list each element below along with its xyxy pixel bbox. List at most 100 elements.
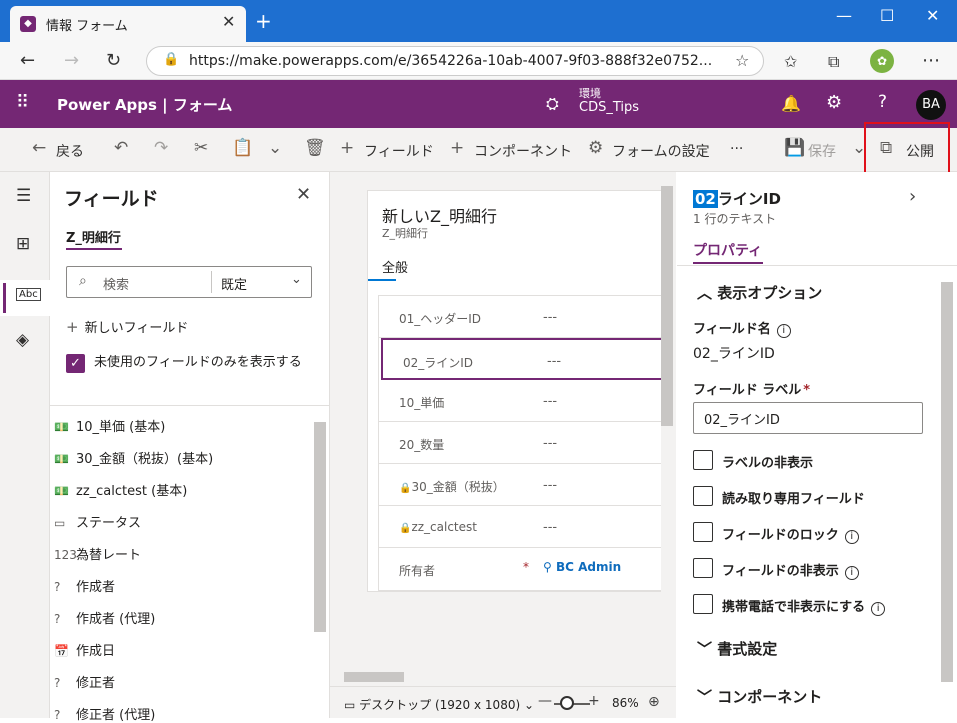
delete-icon[interactable]: 🗑 [304,138,326,158]
collections-icon[interactable]: ⧉ [828,52,839,72]
canvas-horizontal-thumb[interactable] [344,672,404,682]
tab-properties[interactable]: プロパティ [693,240,762,260]
user-avatar[interactable]: BA [916,90,946,120]
property-checkbox[interactable] [693,594,713,614]
add-component-button[interactable]: コンポーネント [474,141,572,161]
form-settings-button[interactable]: フォームの設定 [612,141,710,161]
property-checkbox[interactable] [693,558,713,578]
browser-menu-icon[interactable]: ⋯ [922,50,940,71]
info-icon[interactable]: i [844,530,859,544]
back-button[interactable]: 戻る [56,141,84,161]
favorite-star-icon[interactable]: ☆ [735,51,749,70]
chevron-down-icon[interactable]: ⌄ [268,138,282,158]
field-list-item[interactable]: 💵 10_単価 (基本) [54,416,165,435]
form-subtitle: Z_明細行 [382,227,429,240]
field-list-scrollbar[interactable] [314,422,326,632]
undo-icon[interactable]: ↶ [114,138,128,158]
tab-close-icon[interactable]: ✕ [222,12,235,31]
environment-name[interactable]: CDS_Tips [579,100,639,115]
info-icon[interactable]: i [776,324,791,338]
zoom-slider-handle[interactable] [560,696,574,710]
cut-icon[interactable]: ✂ [194,138,208,158]
view-selector[interactable]: ▭ デスクトップ (1920 x 1080) ⌄ [344,696,534,713]
canvas-vertical-thumb[interactable] [661,186,673,426]
chevron-down-icon[interactable]: ⌄ [291,272,302,287]
form-field-row[interactable]: 🔒zz_calctest --- [379,506,665,548]
info-icon[interactable]: i [871,602,886,616]
field-list-item[interactable]: ? 修正者 (代理) [54,704,155,723]
property-checkbox[interactable] [693,522,713,542]
favorites-icon[interactable]: ✩ [784,52,797,71]
info-icon[interactable]: i [844,566,859,580]
chevron-right-icon[interactable]: › [909,186,916,207]
zoom-out-icon[interactable]: — [538,693,552,709]
form-field-row[interactable]: 🔒30_金額（税抜） --- [379,464,665,506]
save-button[interactable]: 保存 [808,141,836,161]
form-canvas: 新しいZ_明細行 Z_明細行 全般 01_ヘッダーID --- 02_ラインID --… [330,172,676,718]
help-icon[interactable]: ? [878,92,887,112]
field-label-input[interactable] [693,402,923,434]
tree-view-icon[interactable]: ◈ [16,330,29,350]
field-list-item[interactable]: ? 作成者 (代理) [54,608,155,627]
field-list-item[interactable]: 📅 作成日 [54,640,115,659]
close-window-icon[interactable]: ✕ [926,6,939,25]
redo-icon[interactable]: ↷ [154,138,168,158]
field-list-item-label: 作成者 [76,580,116,595]
refresh-icon[interactable]: ↻ [106,50,121,71]
settings-gear-icon[interactable]: ⚙ [826,92,842,113]
new-field-button[interactable]: + 新しいフィールド [66,317,188,336]
form-field-row-selected[interactable]: 02_ラインID --- [381,338,663,380]
form-field-row[interactable]: 10_単価 --- [379,380,665,422]
extension-icon[interactable]: ✿ [870,49,894,73]
person-icon: ⚲ [543,560,556,574]
more-commands-button[interactable]: ··· [730,141,743,157]
field-list-item[interactable]: 💵 zz_calctest (基本) [54,480,187,499]
properties-scrollbar[interactable] [941,282,953,682]
app-launcher-icon[interactable]: ⠿ [16,92,29,113]
form-settings-icon: ⚙ [588,138,604,158]
hamburger-menu-icon[interactable]: ☰ [16,186,31,206]
field-list-item[interactable]: ▭ ステータス [54,512,141,531]
field-list-item[interactable]: 123為替レート [54,544,141,563]
form-field-row[interactable]: 01_ヘッダーID --- [379,296,665,338]
tab-general[interactable]: 全般 [382,257,408,276]
owner-value[interactable]: ⚲ BC Admin [543,560,621,574]
search-input[interactable]: 検索 [103,274,129,293]
display-options-section[interactable]: ︿ 表示オプション [697,282,822,303]
fit-to-screen-icon[interactable]: ⊕ [648,694,660,710]
form-field-row[interactable]: 20_数量 --- [379,422,665,464]
zoom-in-icon[interactable]: + [588,693,600,709]
paste-icon[interactable]: 📋 [232,138,253,158]
form-field-label: 🔒30_金額（税抜） [399,478,505,495]
new-tab-icon[interactable]: + [255,9,272,33]
field-search-box[interactable]: ⌕ 検索 既定 ⌄ [66,266,312,298]
fields-icon[interactable]: Abc [16,288,41,301]
address-bar: ← → ↻ 🔒 https://make.powerapps.com/e/365… [0,42,957,80]
formatting-section[interactable]: ﹀ 書式設定 [697,638,777,659]
chevron-down-icon: ⌄ [520,698,535,712]
chevron-down-icon: ﹀ [697,640,718,658]
url-field[interactable]: 🔒 https://make.powerapps.com/e/3654226a-… [146,46,764,76]
unused-only-checkbox[interactable]: ✓ [66,354,85,373]
components-section[interactable]: ﹀ コンポーネント [697,686,822,707]
form-field-value: --- [543,436,558,451]
field-list-item[interactable]: ? 作成者 [54,576,115,595]
notifications-icon[interactable]: 🔔 [781,94,801,113]
forward-icon[interactable]: → [64,50,79,71]
property-checkbox[interactable] [693,486,713,506]
lock-icon: 🔒 [399,483,412,494]
field-list-item[interactable]: 💵 30_金額（税抜）(基本) [54,448,213,467]
add-field-button[interactable]: フィールド [364,141,434,161]
close-icon[interactable]: ✕ [296,184,311,205]
table-tab[interactable]: Z_明細行 [66,227,121,246]
owner-row[interactable]: 所有者 * ⚲ BC Admin [379,548,665,590]
components-icon[interactable]: ⊞ [16,234,30,254]
minimize-icon[interactable]: — [836,6,852,25]
property-checkbox[interactable] [693,450,713,470]
maximize-icon[interactable]: ☐ [880,6,894,25]
filter-dropdown[interactable]: 既定 [221,274,247,293]
url-text: https://make.powerapps.com/e/3654226a-10… [189,53,713,69]
back-icon[interactable]: ← [20,50,35,71]
field-list-item[interactable]: ? 修正者 [54,672,115,691]
browser-tab[interactable]: ◆ 情報 フォーム ✕ [10,6,246,42]
